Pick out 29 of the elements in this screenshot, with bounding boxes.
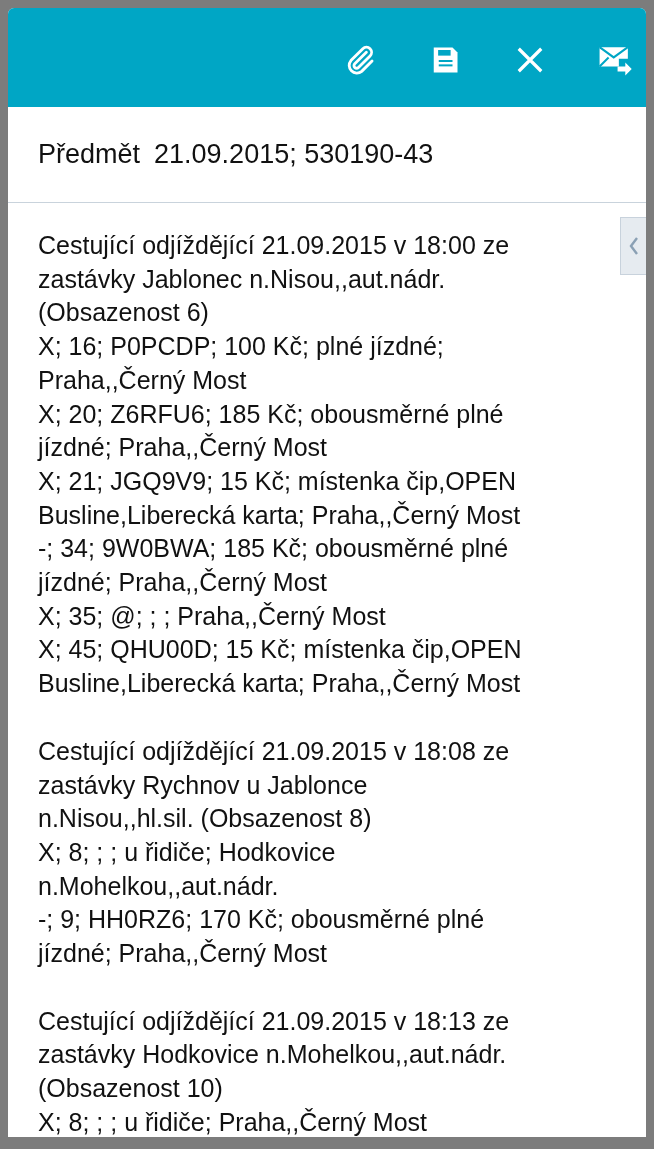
message-line: -; 9; HH0RZ6; 170 Kč; obousměrné plné [38, 904, 485, 936]
message-line: jízdné; Praha,,Černý Most [38, 938, 327, 970]
message-line: Busline,Liberecká karta; Praha,,Černý Most [38, 668, 521, 700]
message-line: n.Mohelkou,,aut.nádr. [38, 870, 279, 902]
message-line: X; 8; ; ; u řidiče; Praha,,Černý Most [38, 1106, 428, 1137]
message-line: zastávky Jablonec n.Nisou,,aut.nádr. [38, 263, 446, 295]
message-line: n.Nisou,,hl.sil. (Obsazenost 8) [38, 803, 372, 835]
message-line: (Obsazenost 6) [38, 297, 209, 329]
message-line: -; 34; 9W0BWA; 185 Kč; obousměrné plné [38, 533, 509, 565]
message-line: X; 35; @; ; ; Praha,,Černý Most [38, 600, 386, 632]
message-line: Busline,Liberecká karta; Praha,,Černý Most [38, 499, 521, 531]
message-line: X; 16; P0PCDP; 100 Kč; plné jízdné; [38, 331, 444, 363]
message-line: zastávky Hodkovice n.Mohelkou,,aut.nádr. [38, 1039, 507, 1071]
message-line: X; 45; QHU00D; 15 Kč; místenka čip,OPEN [38, 634, 522, 666]
message-line: Cestující odjíždějící 21.09.2015 v 18:13 ze [38, 1005, 510, 1037]
chevron-left-icon [627, 235, 640, 257]
message-line: X; 8; ; ; u řidiče; Hodkovice [38, 836, 336, 868]
subject-value[interactable]: 21.09.2015; 530190-43 [154, 139, 434, 170]
message-line: (Obsazenost 10) [38, 1073, 223, 1105]
message-line: Cestující odjíždějící 21.09.2015 v 18:00 ze [38, 230, 510, 261]
message-line: zastávky Rychnov u Jablonce [38, 769, 368, 801]
message-line: Cestující odjíždějící 21.09.2015 v 18:08 ze [38, 735, 510, 767]
message-line: jízdné; Praha,,Černý Most [38, 567, 327, 599]
message-line: jízdné; Praha,,Černý Most [38, 432, 327, 464]
drawer-handle[interactable] [620, 217, 646, 275]
message-line: X; 20; Z6RFU6; 185 Kč; obousměrné plné [38, 398, 504, 430]
subject-label: Předmět [38, 139, 141, 170]
message-line: X; 21; JGQ9V9; 15 Kč; místenka čip,OPEN [38, 465, 516, 497]
message-line: Praha,,Černý Most [38, 364, 247, 396]
